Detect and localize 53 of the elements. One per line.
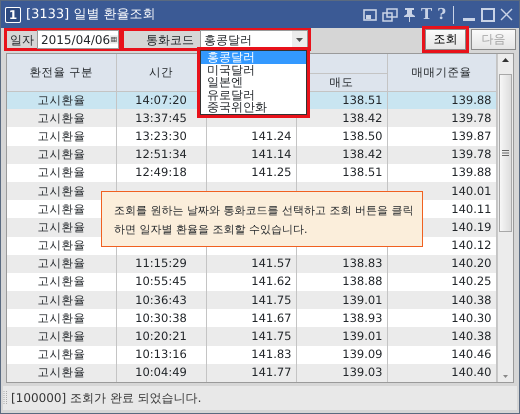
table-cell: 139.01 xyxy=(296,327,387,346)
table-cell: 11:15:29 xyxy=(116,254,206,273)
table-cell: 138.42 xyxy=(296,146,387,164)
table-cell: 139.03 xyxy=(296,364,387,382)
table-cell: 고시환율 xyxy=(7,327,116,346)
table-cell: 고시환율 xyxy=(7,91,116,110)
table-cell: 139.78 xyxy=(387,109,496,128)
table-cell: 140.40 xyxy=(387,364,496,382)
font-button[interactable]: T xyxy=(421,7,432,22)
table-cell: 140.20 xyxy=(387,254,496,273)
window-title: [3133] 일별 환율조회 xyxy=(26,6,156,24)
close-icon[interactable] xyxy=(500,8,513,21)
table-cell: 고시환율 xyxy=(7,291,116,310)
pin-icon[interactable] xyxy=(403,7,416,22)
table-cell: 139.01 xyxy=(296,291,387,310)
table-cell: 고시환율 xyxy=(7,364,116,382)
help-button[interactable]: ? xyxy=(437,7,446,22)
layout-icon[interactable] xyxy=(363,8,378,22)
table-cell: 140.38 xyxy=(387,291,496,310)
grip-icon xyxy=(502,150,509,156)
table-cell: 141.75 xyxy=(206,291,296,310)
table-cell: 12:51:34 xyxy=(116,146,206,164)
table-cell: 141.75 xyxy=(206,327,296,346)
grip-icon xyxy=(3,391,8,405)
table-cell: 10:20:21 xyxy=(116,327,206,346)
column-header: 환전율 구분 xyxy=(7,54,116,91)
window-badge: 1 xyxy=(5,6,21,22)
table-cell: 고시환율 xyxy=(7,182,116,200)
date-label: 일자 xyxy=(9,32,35,48)
status-text: [100000] 조회가 완료 되었습니다. xyxy=(11,390,202,407)
currency-label: 통화코드 xyxy=(145,32,195,48)
table-cell: 141.77 xyxy=(206,364,296,382)
column-header: 매매기준율 xyxy=(387,54,496,91)
table-cell: 고시환율 xyxy=(7,146,116,164)
table-cell: 138.42 xyxy=(296,109,387,128)
table-cell: 13:37:45 xyxy=(116,109,206,128)
windows-icon[interactable] xyxy=(382,8,398,22)
table-cell: 10:36:43 xyxy=(116,291,206,310)
date-field[interactable]: 2015/04/06 xyxy=(37,30,119,49)
help-tooltip: 조회를 원하는 날짜와 통화코드를 선택하고 조회 버튼을 클릭하면 일자별 환율을 조회할 수있습니다. xyxy=(101,191,423,247)
table-cell: 140.38 xyxy=(387,327,496,346)
table-cell: 고시환율 xyxy=(7,254,116,273)
table-cell: 139.88 xyxy=(387,91,496,110)
table-cell: 고시환율 xyxy=(7,109,116,128)
search-button[interactable]: 조회 xyxy=(425,29,466,50)
divider-icon xyxy=(451,6,457,24)
scrollbar-thumb[interactable] xyxy=(498,74,512,232)
table-cell: 139.78 xyxy=(387,146,496,164)
table-cell: 141.57 xyxy=(206,254,296,273)
table-cell: 141.14 xyxy=(206,146,296,164)
table-cell: 138.83 xyxy=(296,254,387,273)
maximize-icon[interactable] xyxy=(481,8,495,22)
table-cell: 10:04:49 xyxy=(116,364,206,382)
